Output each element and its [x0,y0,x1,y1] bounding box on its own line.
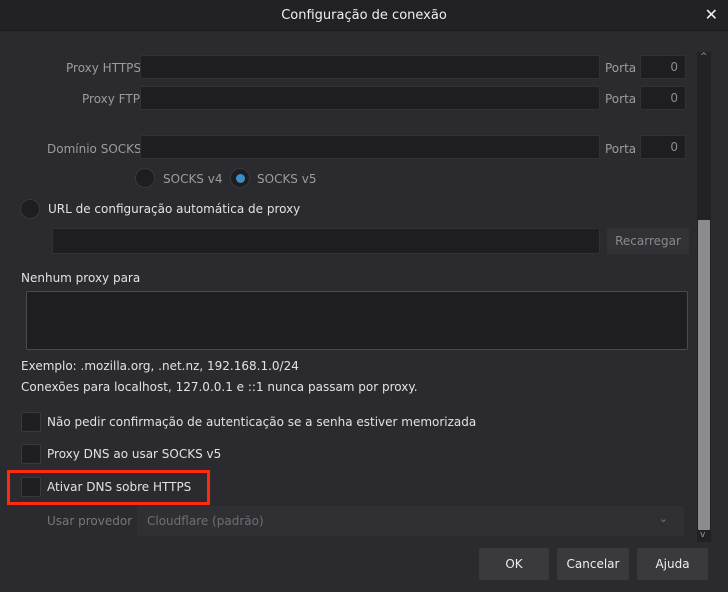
proxy-ftp-label: Proxy FTP [82,92,140,106]
auto-proxy-url-input[interactable] [52,228,600,254]
cancel-button[interactable]: Cancelar [557,548,629,580]
provider-label: Usar provedor [47,514,133,528]
socks-v5-radio[interactable] [230,168,250,188]
localhost-note: Conexões para localhost, 127.0.0.1 e ::1… [21,380,418,394]
title-bar: Configuração de conexão ✕ [0,0,728,31]
window-title: Configuração de conexão [281,8,447,23]
no-proxy-label: Nenhum proxy para [21,271,141,285]
help-button[interactable]: Ajuda [637,548,708,580]
proxy-dns-label: Proxy DNS ao usar SOCKS v5 [47,447,222,461]
socks-port-input[interactable]: 0 [640,135,686,159]
auto-proxy-radio[interactable] [20,199,40,219]
scroll-down-icon[interactable]: v [700,530,705,540]
https-port-input[interactable]: 0 [640,55,686,79]
socks-v4-radio[interactable] [135,168,155,188]
ftp-port-label: Porta [605,92,637,106]
no-proxy-textarea[interactable] [26,291,688,350]
socks-label: Domínio SOCKS [47,142,142,156]
no-proxy-example: Exemplo: .mozilla.org, .net.nz, 192.168.… [21,359,299,373]
close-icon[interactable]: ✕ [705,5,718,24]
ftp-port-input[interactable]: 0 [640,86,686,110]
socks-v4-label: SOCKS v4 [163,172,223,186]
provider-select[interactable]: Cloudflare (padrão) ⌄ [137,506,684,536]
proxy-https-label: Proxy HTTPS [66,61,142,75]
socks-input[interactable] [140,135,600,159]
auto-proxy-label: URL de configuração automática de proxy [48,202,301,216]
proxy-dns-checkbox[interactable] [21,444,41,464]
socks-port-label: Porta [605,142,637,156]
reload-button[interactable]: Recarregar [607,228,689,254]
provider-value: Cloudflare (padrão) [147,514,264,528]
highlight-box [7,470,210,505]
scrollbar-thumb[interactable] [698,220,710,530]
scroll-up-icon[interactable]: ^ [700,52,708,62]
https-port-label: Porta [605,61,637,75]
no-auth-prompt-checkbox[interactable] [21,412,41,432]
no-auth-prompt-label: Não pedir confirmação de autenticação se… [47,415,477,429]
socks-v5-label: SOCKS v5 [257,172,317,186]
proxy-https-input[interactable] [140,55,600,79]
chevron-down-icon: ⌄ [658,512,668,525]
ok-button[interactable]: OK [479,548,549,580]
proxy-ftp-input[interactable] [140,86,600,110]
